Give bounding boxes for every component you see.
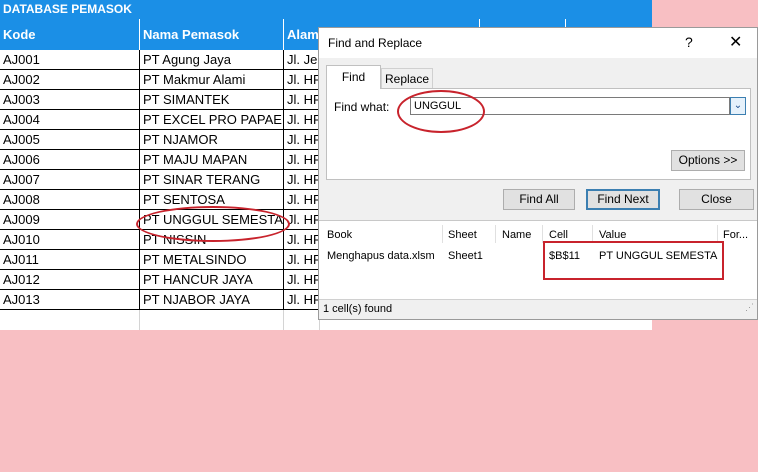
- highlight-ellipse-found-cell: [136, 206, 290, 242]
- find-all-button[interactable]: Find All: [503, 189, 575, 210]
- cell-kode[interactable]: AJ008: [0, 190, 140, 210]
- dialog-titlebar: Find and Replace ? ✕: [319, 28, 757, 58]
- cell-kode[interactable]: AJ009: [0, 210, 140, 230]
- cell-alamat[interactable]: Jl. Jer: [284, 50, 320, 70]
- cell-kode[interactable]: AJ004: [0, 110, 140, 130]
- cell-kode[interactable]: AJ006: [0, 150, 140, 170]
- empty-cell[interactable]: [140, 310, 284, 330]
- results-header-book[interactable]: Book: [327, 229, 352, 241]
- cell-nama[interactable]: PT Agung Jaya: [140, 50, 284, 70]
- highlight-ellipse-search-term: [397, 90, 485, 133]
- cell-kode[interactable]: AJ005: [0, 130, 140, 150]
- cell-kode[interactable]: AJ002: [0, 70, 140, 90]
- highlight-box-result: [543, 241, 724, 280]
- options-button[interactable]: Options >>: [671, 150, 745, 171]
- result-book: Menghapus data.xlsm: [327, 250, 435, 262]
- column-header-kode[interactable]: Kode: [0, 19, 140, 50]
- database-title: DATABASE PEMASOK: [0, 0, 652, 19]
- empty-cell[interactable]: [284, 310, 320, 330]
- tab-find[interactable]: Find: [326, 65, 381, 89]
- chevron-down-icon[interactable]: ⌄: [730, 97, 746, 115]
- cell-alamat[interactable]: Jl. HR: [284, 210, 320, 230]
- find-next-button[interactable]: Find Next: [586, 189, 660, 210]
- cell-nama[interactable]: PT HANCUR JAYA: [140, 270, 284, 290]
- status-bar: 1 cell(s) found ⋰: [319, 299, 757, 319]
- cell-alamat[interactable]: Jl. HR: [284, 270, 320, 290]
- cell-alamat[interactable]: Jl. HR: [284, 90, 320, 110]
- cell-nama[interactable]: PT NJABOR JAYA: [140, 290, 284, 310]
- cell-nama[interactable]: PT SINAR TERANG: [140, 170, 284, 190]
- cell-alamat[interactable]: Jl. HR: [284, 130, 320, 150]
- column-header-nama-pemasok[interactable]: Nama Pemasok: [140, 19, 284, 50]
- cell-alamat[interactable]: Jl. HR: [284, 250, 320, 270]
- cell-nama[interactable]: PT MAJU MAPAN: [140, 150, 284, 170]
- status-text: 1 cell(s) found: [323, 303, 393, 315]
- cell-nama[interactable]: PT EXCEL PRO PAPAER: [140, 110, 284, 130]
- find-what-label: Find what:: [334, 100, 390, 114]
- cell-alamat[interactable]: Jl. HR: [284, 110, 320, 130]
- result-sheet: Sheet1: [448, 250, 483, 262]
- cell-kode[interactable]: AJ001: [0, 50, 140, 70]
- results-header-name[interactable]: Name: [502, 229, 531, 241]
- cell-nama[interactable]: PT Makmur Alami: [140, 70, 284, 90]
- cell-nama[interactable]: PT SIMANTEK: [140, 90, 284, 110]
- cell-alamat[interactable]: Jl. HR: [284, 290, 320, 310]
- cell-alamat[interactable]: Jl. HR: [284, 70, 320, 90]
- resize-grip-icon[interactable]: ⋰: [745, 298, 754, 317]
- cell-kode[interactable]: AJ012: [0, 270, 140, 290]
- empty-cell[interactable]: [0, 310, 140, 330]
- cell-alamat[interactable]: Jl. HR: [284, 170, 320, 190]
- results-header-formula[interactable]: For...: [723, 229, 748, 241]
- tab-replace[interactable]: Replace: [381, 68, 433, 89]
- dialog-title: Find and Replace: [328, 36, 423, 50]
- find-panel: Find what: UNGGUL ⌄ Options >>: [326, 88, 751, 180]
- cell-alamat[interactable]: Jl. HR: [284, 190, 320, 210]
- column-divider: [442, 225, 443, 243]
- column-divider: [495, 225, 496, 243]
- cell-alamat[interactable]: Jl. HR: [284, 150, 320, 170]
- results-header-sheet[interactable]: Sheet: [448, 229, 477, 241]
- cell-kode[interactable]: AJ007: [0, 170, 140, 190]
- cell-alamat[interactable]: Jl. HR: [284, 230, 320, 250]
- close-button[interactable]: Close: [679, 189, 754, 210]
- help-icon[interactable]: ?: [685, 34, 693, 50]
- cell-kode[interactable]: AJ013: [0, 290, 140, 310]
- cell-kode[interactable]: AJ010: [0, 230, 140, 250]
- cell-kode[interactable]: AJ011: [0, 250, 140, 270]
- cell-nama[interactable]: PT NJAMOR: [140, 130, 284, 150]
- close-icon[interactable]: ✕: [729, 32, 742, 52]
- cell-nama[interactable]: PT METALSINDO: [140, 250, 284, 270]
- results-header-value[interactable]: Value: [599, 229, 626, 241]
- cell-kode[interactable]: AJ003: [0, 90, 140, 110]
- results-header-cell[interactable]: Cell: [549, 229, 568, 241]
